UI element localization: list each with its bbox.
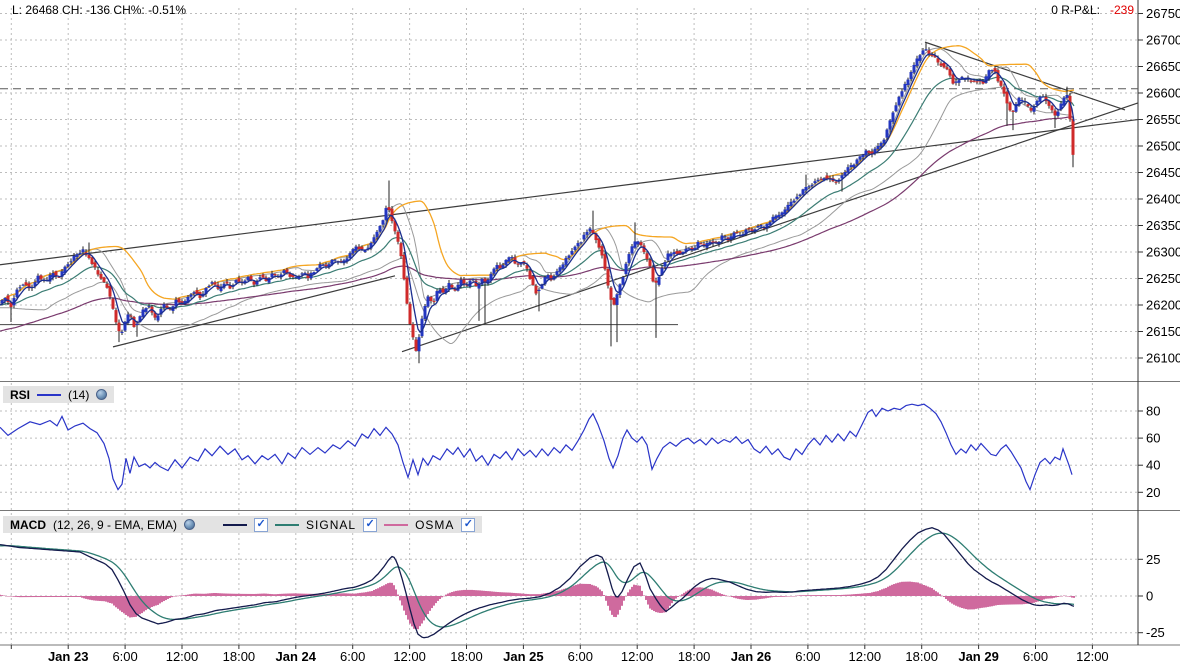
rsi-line-sample-icon [37,393,62,396]
signal-line [0,532,1075,628]
long-ascending-resistance [0,118,1139,266]
rsi-tick-label: 40 [1146,458,1160,473]
price-tick-label: 26450 [1146,165,1180,180]
rsi-tick-label: 80 [1146,404,1160,419]
price-tick-label: 26600 [1146,86,1180,101]
macd-tick-label: 25 [1146,552,1160,567]
price-tick-label: 26650 [1146,59,1180,74]
time-tick-label: 6:00 [112,649,137,664]
macd-tick-label: -25 [1146,625,1165,640]
ascending-support-from-jan24-low [401,102,1139,353]
price-tick-label: 26400 [1146,192,1180,207]
macd-panel-header: MACD (12, 26, 9 - EMA, EMA) ✓ SIGNAL ✓ O… [3,516,483,533]
price-tick-label: 26700 [1146,33,1180,48]
rsi-panel-header: RSI (14) [3,386,115,403]
time-tick-label: Jan 26 [731,649,771,664]
macd-line-sample-icon [223,523,248,526]
time-tick-label: 18:00 [223,649,256,664]
rsi-param: (14) [68,387,90,402]
quote-line: L: 26468 CH: -136 CH%: -0.51% [12,3,187,17]
time-tick-label: 12:00 [849,649,882,664]
pnl-value: -239 [1109,3,1134,17]
price-axis-labels: 26750 26700 26650 26600 26550 26500 26450 26400… [1138,6,1180,366]
time-tick-label: 12:00 [393,649,426,664]
macd-settings-icon[interactable] [184,519,196,530]
rsi-title: RSI [10,387,31,402]
price-tick-label: 26200 [1146,298,1180,313]
rsi-tick-label: 60 [1146,431,1160,446]
time-axis-labels: Jan 23 6:00 12:00 18:00 Jan 24 6:00 12:00 18:00… [10,645,1109,664]
osma-legend-label: OSMA [415,517,455,532]
macd-param: (12, 26, 9 - EMA, EMA) [53,517,178,532]
macd-title: MACD [10,517,46,532]
time-tick-label: Jan 29 [958,649,998,664]
time-tick-label: 12:00 [621,649,654,664]
price-overlays [0,45,1075,345]
candles [0,43,1075,364]
rsi-tick-label: 20 [1146,485,1160,500]
panel-borders [0,0,1180,646]
time-tick-label: Jan 23 [48,649,88,664]
signal-checkbox[interactable]: ✓ [363,517,378,532]
trading-chart-window: 26750 26700 26650 26600 26550 26500 26450 26400… [0,0,1180,670]
time-tick-label: 18:00 [450,649,483,664]
time-tick-label: 6:00 [795,649,820,664]
price-tick-label: 26150 [1146,324,1180,339]
price-tick-label: 26350 [1146,218,1180,233]
price-tick-label: 26550 [1146,112,1180,127]
rsi-settings-icon[interactable] [96,389,108,400]
chart-canvas[interactable]: 26750 26700 26650 26600 26550 26500 26450 26400… [0,0,1180,670]
pnl-readout: 0 R-P&L: -239 [1051,3,1134,17]
time-tick-label: 12:00 [166,649,199,664]
osma-line-sample-icon [384,523,409,526]
price-tick-label: 26300 [1146,245,1180,260]
time-tick-label: 18:00 [678,649,711,664]
osma-checkbox[interactable]: ✓ [461,517,476,532]
time-tick-label: 6:00 [1023,649,1048,664]
signal-line-sample-icon [275,523,300,526]
rsi-axis-labels: 80 60 40 20 [1138,404,1160,500]
time-tick-label: 6:00 [340,649,365,664]
time-tick-label: 6:00 [568,649,593,664]
price-tick-label: 26250 [1146,271,1180,286]
price-tick-label: 26100 [1146,351,1180,366]
price-tick-label: 26750 [1146,6,1180,21]
macd-line-checkbox[interactable]: ✓ [254,517,269,532]
pnl-prefix: 0 R-P&L: [1051,3,1100,17]
macd-axis-labels: 25 0 -25 [1138,552,1165,640]
price-tick-label: 26500 [1146,139,1180,154]
time-tick-label: Jan 24 [276,649,317,664]
time-tick-label: 12:00 [1076,649,1109,664]
time-tick-label: 18:00 [905,649,938,664]
rsi-line [0,403,1073,492]
osma-histogram [0,581,1075,630]
signal-legend-label: SIGNAL [306,517,357,532]
time-tick-label: Jan 25 [503,649,543,664]
macd-tick-label: 0 [1146,589,1153,604]
